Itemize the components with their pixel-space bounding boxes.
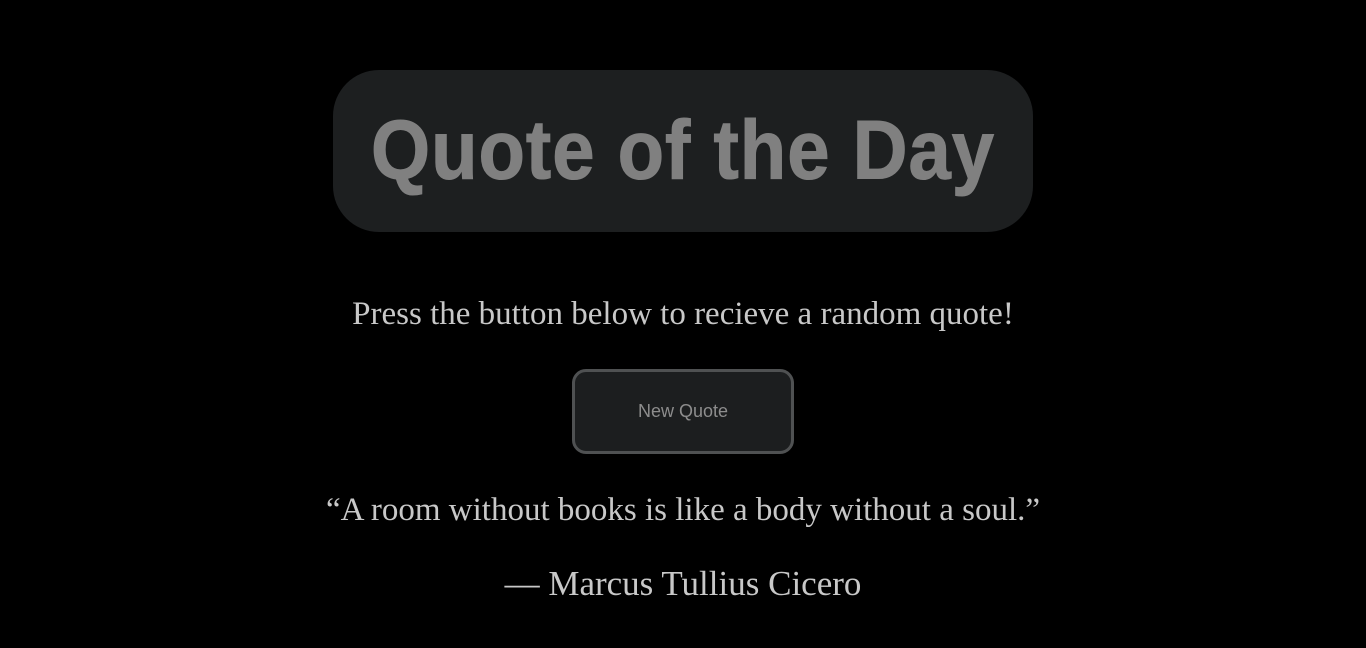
page-title: Quote of the Day xyxy=(370,103,996,198)
header-banner: Quote of the Day xyxy=(333,70,1033,232)
quote-text: “A room without books is like a body wit… xyxy=(325,492,1041,528)
instructions-text: Press the button below to recieve a rand… xyxy=(352,296,1014,332)
quote-author: — Marcus Tullius Cicero xyxy=(504,564,862,603)
new-quote-button[interactable]: New Quote xyxy=(572,369,794,454)
